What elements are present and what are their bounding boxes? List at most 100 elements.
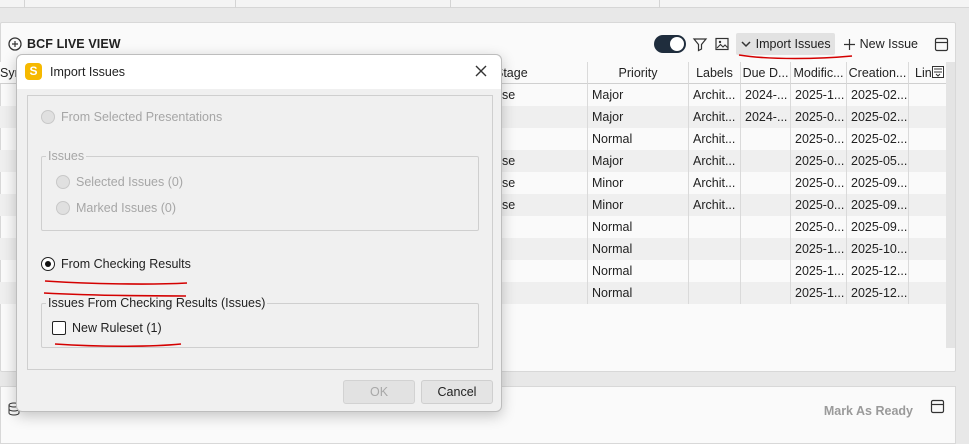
column-header[interactable]: Creation... xyxy=(846,62,908,84)
table-cell-due xyxy=(740,216,790,238)
table-cell-created: 2025-02... xyxy=(846,84,908,106)
column-header[interactable]: Modific... xyxy=(790,62,846,84)
radio-icon xyxy=(56,201,70,215)
table-cell-link xyxy=(908,238,946,260)
table-cell-labels: Archit... xyxy=(688,150,740,172)
table-cell-priority: Minor xyxy=(587,194,688,216)
new-ruleset-label: New Ruleset (1) xyxy=(72,321,162,335)
table-cell-created: 2025-09... xyxy=(846,172,908,194)
table-cell-created: 2025-09... xyxy=(846,216,908,238)
table-cell-modified: 2025-0... xyxy=(790,150,846,172)
table-cell-due xyxy=(740,282,790,304)
table-cell-created: 2025-02... xyxy=(846,106,908,128)
from-checking-label: From Checking Results xyxy=(61,257,191,271)
table-cell-due xyxy=(740,260,790,282)
column-menu-icon[interactable] xyxy=(932,66,946,80)
table-cell-created: 2025-02... xyxy=(846,128,908,150)
table-cell-labels: Archit... xyxy=(688,172,740,194)
table-cell-modified: 2025-1... xyxy=(790,260,846,282)
table-cell-labels: Archit... xyxy=(688,128,740,150)
table-cell-priority: Normal xyxy=(587,260,688,282)
dialog-title-bar: S Import Issues xyxy=(17,55,501,89)
panel-title-text: BCF LIVE VIEW xyxy=(27,37,121,51)
new-issue-label: New Issue xyxy=(859,37,918,51)
panel-layout-icon[interactable] xyxy=(930,399,945,414)
table-cell-labels xyxy=(688,216,740,238)
table-cell-modified: 2025-0... xyxy=(790,128,846,150)
marked-issues-radio[interactable]: Marked Issues (0) xyxy=(56,201,176,215)
table-cell-modified: 2025-0... xyxy=(790,106,846,128)
panel-layout-icon[interactable] xyxy=(934,37,949,52)
column-header[interactable]: Labels xyxy=(688,62,740,84)
table-cell-priority: Major xyxy=(587,150,688,172)
table-cell-labels: Archit... xyxy=(688,194,740,216)
table-cell-link xyxy=(908,194,946,216)
close-icon[interactable] xyxy=(473,63,489,79)
table-cell-priority: Major xyxy=(587,84,688,106)
selected-issues-radio[interactable]: Selected Issues (0) xyxy=(56,175,183,189)
table-cell-link xyxy=(908,216,946,238)
table-cell-link xyxy=(908,84,946,106)
table-cell-link xyxy=(908,172,946,194)
table-cell-link xyxy=(908,106,946,128)
filter-icon[interactable] xyxy=(692,36,708,52)
mark-as-ready-button[interactable]: Mark As Ready xyxy=(824,404,913,418)
checking-results-group: Issues From Checking Results (Issues) Ne… xyxy=(41,296,479,348)
from-selected-radio[interactable]: From Selected Presentations xyxy=(41,110,222,124)
new-ruleset-checkbox[interactable]: New Ruleset (1) xyxy=(52,321,162,335)
radio-selected-icon xyxy=(41,257,55,271)
import-issues-button[interactable]: Import Issues xyxy=(735,33,835,55)
plus-icon xyxy=(843,38,856,51)
table-cell-modified: 2025-0... xyxy=(790,172,846,194)
cancel-button[interactable]: Cancel xyxy=(421,380,493,404)
panel-toolbar: Import Issues New Issue xyxy=(653,33,949,55)
table-cell-priority: Minor xyxy=(587,172,688,194)
table-cell-modified: 2025-0... xyxy=(790,194,846,216)
ok-button[interactable]: OK xyxy=(343,380,415,404)
table-cell-due xyxy=(740,128,790,150)
radio-icon xyxy=(56,175,70,189)
table-cell-modified: 2025-1... xyxy=(790,238,846,260)
table-scrollbar[interactable] xyxy=(946,62,955,348)
dialog-body: From Selected Presentations Issues Selec… xyxy=(27,95,493,370)
table-cell-priority: Normal xyxy=(587,128,688,150)
dialog-title: Import Issues xyxy=(50,65,126,79)
table-cell-priority: Normal xyxy=(587,216,688,238)
top-strip xyxy=(0,0,969,8)
table-cell-modified: 2025-1... xyxy=(790,84,846,106)
table-cell-due xyxy=(740,150,790,172)
bcf-live-icon xyxy=(7,36,23,52)
table-cell-due xyxy=(740,172,790,194)
table-cell-created: 2025-09... xyxy=(846,194,908,216)
table-cell-labels: Archit... xyxy=(688,106,740,128)
checkbox-icon xyxy=(52,321,66,335)
column-header[interactable]: Due D... xyxy=(740,62,790,84)
table-cell-due xyxy=(740,194,790,216)
table-cell-link xyxy=(908,128,946,150)
chevron-down-icon xyxy=(740,38,752,50)
import-issues-dialog: S Import Issues From Selected Presentati… xyxy=(16,54,502,412)
table-cell-priority: Major xyxy=(587,106,688,128)
table-cell-created: 2025-12... xyxy=(846,282,908,304)
issues-group: Issues Selected Issues (0) Marked Issues… xyxy=(41,149,479,231)
column-header[interactable]: Priority xyxy=(587,62,688,84)
table-cell-priority: Normal xyxy=(587,282,688,304)
table-cell-priority: Normal xyxy=(587,238,688,260)
issues-group-label: Issues xyxy=(46,149,87,163)
table-cell-due: 2024-... xyxy=(740,106,790,128)
image-icon[interactable] xyxy=(714,36,730,52)
table-cell-due xyxy=(740,238,790,260)
from-selected-label: From Selected Presentations xyxy=(61,110,223,124)
table-cell-modified: 2025-1... xyxy=(790,282,846,304)
new-issue-button[interactable]: New Issue xyxy=(841,33,920,55)
table-cell-labels xyxy=(688,238,740,260)
table-cell-modified: 2025-0... xyxy=(790,216,846,238)
selected-issues-label: Selected Issues (0) xyxy=(76,175,183,189)
radio-icon xyxy=(41,110,55,124)
table-cell-created: 2025-05... xyxy=(846,150,908,172)
live-toggle[interactable] xyxy=(653,35,686,53)
table-cell-labels: Archit... xyxy=(688,84,740,106)
table-cell-link xyxy=(908,150,946,172)
table-cell-labels xyxy=(688,282,740,304)
from-checking-radio[interactable]: From Checking Results xyxy=(41,257,191,271)
